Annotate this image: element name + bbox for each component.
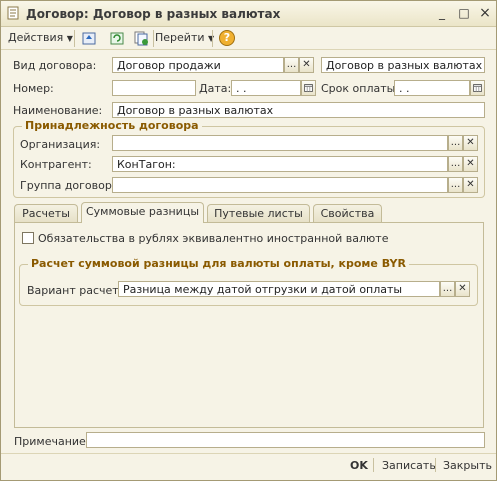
payment-term-label: Срок оплаты:: [321, 82, 400, 95]
tab-waybills[interactable]: Путевые листы: [207, 204, 310, 223]
note-field[interactable]: [86, 432, 485, 448]
copy-icon[interactable]: [133, 30, 149, 46]
footer-separator: [435, 458, 436, 472]
number-field[interactable]: [112, 80, 196, 96]
counterparty-label: Контрагент:: [20, 158, 92, 171]
clear-x-icon[interactable]: ✕: [463, 177, 478, 193]
toolbar: Действия ▼ Перейти ▼ ?: [1, 27, 496, 50]
calendar-icon[interactable]: [470, 80, 485, 96]
clear-x-icon[interactable]: ✕: [463, 156, 478, 172]
help-icon[interactable]: ?: [219, 30, 235, 46]
name-field[interactable]: Договор в разных валютах: [112, 102, 485, 118]
ok-button[interactable]: OK: [350, 459, 368, 472]
toolbar-separator: [74, 30, 75, 47]
clear-x-icon[interactable]: ✕: [455, 281, 470, 297]
go-up-icon[interactable]: [81, 30, 97, 46]
ownership-group-title: Принадлежность договора: [22, 119, 202, 132]
contract-type-field[interactable]: Договор продажи: [112, 57, 284, 73]
payment-term-field[interactable]: . .: [394, 80, 470, 96]
contract-name-display[interactable]: Договор в разных валютах: [321, 57, 485, 73]
maximize-icon[interactable]: □: [456, 6, 472, 20]
save-button[interactable]: Записать: [382, 459, 436, 472]
document-icon: [7, 6, 19, 20]
variant-label: Вариант расчета:: [27, 284, 130, 297]
window-title: Договор: Договор в разных валютах: [26, 7, 281, 21]
organization-label: Организация:: [20, 138, 101, 151]
tab-properties[interactable]: Свойства: [313, 204, 382, 223]
note-label: Примечание:: [14, 435, 90, 448]
contract-window: Договор: Договор в разных валютах _ □ × …: [0, 0, 497, 481]
select-ellipsis-icon[interactable]: ...: [448, 135, 463, 151]
counterparty-field[interactable]: КонТагон:: [112, 156, 448, 172]
dropdown-arrow-icon: ▼: [66, 34, 73, 43]
group-field[interactable]: [112, 177, 448, 193]
select-ellipsis-icon[interactable]: ...: [448, 177, 463, 193]
clear-x-icon[interactable]: ✕: [299, 57, 314, 73]
contract-type-label: Вид договора:: [13, 59, 97, 72]
close-button[interactable]: Закрыть: [443, 459, 492, 472]
date-label: Дата:: [199, 82, 232, 95]
goto-menu[interactable]: Перейти ▼: [155, 30, 214, 46]
footer-separator: [373, 458, 374, 472]
refresh-icon[interactable]: [109, 30, 125, 46]
goto-label: Перейти: [155, 31, 205, 44]
close-icon[interactable]: ×: [477, 6, 493, 20]
sum-differences-page: [14, 222, 484, 428]
actions-menu[interactable]: Действия ▼: [8, 30, 73, 46]
organization-field[interactable]: [112, 135, 448, 151]
toolbar-separator: [153, 30, 154, 47]
tab-sum-differences[interactable]: Суммовые разницы: [81, 202, 204, 223]
obligations-label: Обязательства в рублях эквивалентно инос…: [38, 232, 389, 245]
date-field[interactable]: . .: [231, 80, 301, 96]
title-bar: Договор: Договор в разных валютах _ □ ×: [1, 1, 496, 27]
number-label: Номер:: [13, 82, 54, 95]
footer-divider: [1, 453, 496, 454]
name-label: Наименование:: [13, 104, 103, 117]
minimize-icon[interactable]: _: [434, 6, 450, 20]
variant-field[interactable]: Разница между датой отгрузки и датой опл…: [118, 281, 440, 297]
sum-diff-group-title: Расчет суммовой разницы для валюты оплат…: [28, 257, 409, 270]
toolbar-separator: [212, 30, 213, 47]
obligations-checkbox[interactable]: [22, 232, 34, 244]
actions-label: Действия: [8, 31, 64, 44]
tab-payments[interactable]: Расчеты: [14, 204, 78, 223]
select-ellipsis-icon[interactable]: ...: [448, 156, 463, 172]
select-ellipsis-icon[interactable]: ...: [440, 281, 455, 297]
select-ellipsis-icon[interactable]: ...: [284, 57, 299, 73]
clear-x-icon[interactable]: ✕: [463, 135, 478, 151]
calendar-icon[interactable]: [301, 80, 316, 96]
group-label: Группа договора:: [20, 179, 123, 192]
